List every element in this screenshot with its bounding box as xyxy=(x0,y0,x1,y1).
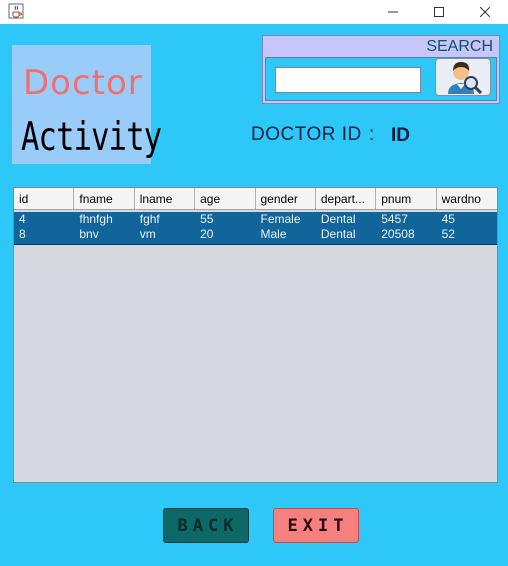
maximize-button[interactable] xyxy=(416,0,462,24)
search-button[interactable] xyxy=(435,58,491,96)
close-button[interactable] xyxy=(462,0,508,24)
table-cell: 20508 xyxy=(381,227,415,241)
table-cell: Dental xyxy=(320,212,356,226)
title-activity: Activity xyxy=(21,115,162,160)
close-icon xyxy=(480,7,490,17)
table-cell: 8 xyxy=(19,227,26,241)
column-header-gender[interactable]: gender xyxy=(256,188,316,209)
minimize-button[interactable] xyxy=(370,0,416,24)
doctor-id-separator: : xyxy=(369,124,375,145)
doctor-search-icon xyxy=(448,62,483,94)
table-body: 4 fhnfgh fghf 55 Female Dental 5457 45 8… xyxy=(14,212,497,245)
search-panel: SEARCH xyxy=(262,35,500,104)
column-header-id[interactable]: id xyxy=(14,188,75,209)
table-cell: 20 xyxy=(200,227,214,241)
title-panel: Doctor Activity xyxy=(12,45,162,164)
table-cell: Dental xyxy=(320,227,356,241)
table-row[interactable]: 4 fhnfgh fghf 55 Female Dental 5457 45 xyxy=(14,212,497,227)
table-cell: fhnfgh xyxy=(79,212,113,226)
table-cell: Female xyxy=(260,212,301,226)
doctor-table[interactable]: id fname lname age gender depart... pnum… xyxy=(13,187,498,483)
column-header-wardno[interactable]: wardno xyxy=(437,188,497,209)
search-bar xyxy=(265,57,497,101)
maximize-icon xyxy=(434,7,444,17)
search-title: SEARCH xyxy=(426,38,493,55)
table-cell: 4 xyxy=(19,212,26,226)
column-header-age[interactable]: age xyxy=(195,188,256,209)
title-bar xyxy=(0,0,508,24)
doctor-id-label: DOCTOR ID xyxy=(251,124,362,145)
table-cell: 55 xyxy=(200,212,214,226)
column-header-pnum[interactable]: pnum xyxy=(376,188,437,209)
minimize-icon xyxy=(388,11,398,13)
table-cell: 52 xyxy=(441,227,455,241)
table-header: id fname lname age gender depart... pnum… xyxy=(14,188,497,210)
back-button[interactable]: BACK xyxy=(163,508,249,543)
column-header-department[interactable]: depart... xyxy=(316,188,377,209)
table-cell: 45 xyxy=(441,212,455,226)
table-cell: Male xyxy=(260,227,287,241)
table-cell: 5457 xyxy=(381,212,408,226)
table-cell: vm xyxy=(139,227,156,241)
table-cell: bnv xyxy=(79,227,99,241)
search-input[interactable] xyxy=(275,67,421,93)
column-header-fname[interactable]: fname xyxy=(74,188,135,209)
exit-button[interactable]: EXIT xyxy=(273,508,359,543)
table-row[interactable]: 8 bnv vm 20 Male Dental 20508 52 xyxy=(14,227,497,245)
java-cup-icon xyxy=(8,3,24,19)
column-header-lname[interactable]: lname xyxy=(135,188,196,209)
doctor-id-value: ID xyxy=(391,125,410,146)
doctor-activity-window: Doctor Activity SEARCH DOCTOR ID : ID id xyxy=(0,0,508,566)
title-doctor: Doctor xyxy=(23,63,143,103)
table-cell: fghf xyxy=(139,212,160,226)
